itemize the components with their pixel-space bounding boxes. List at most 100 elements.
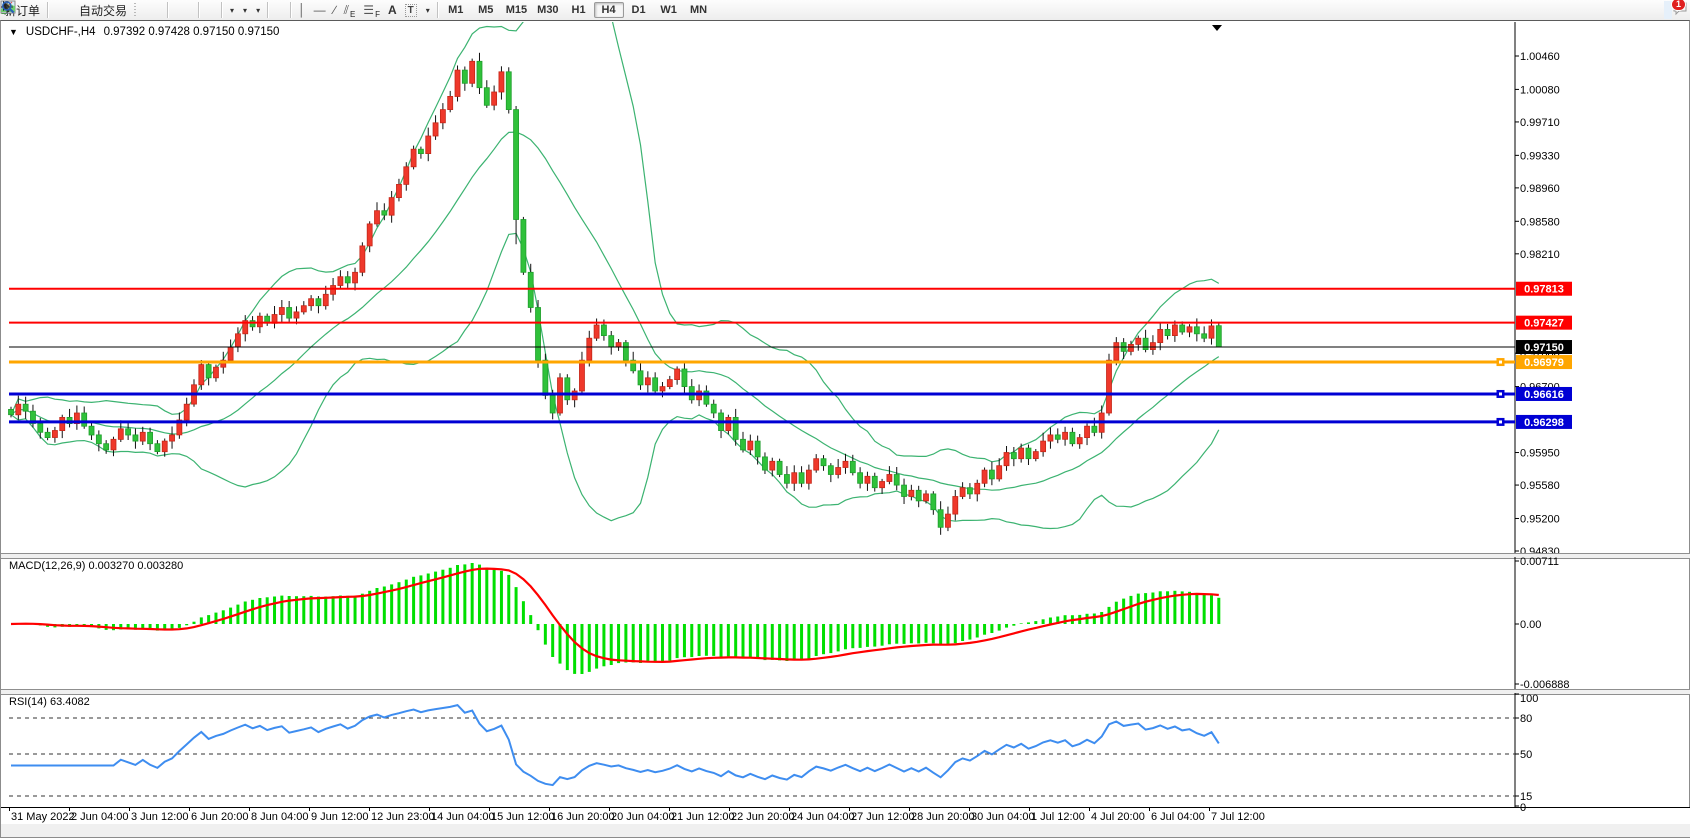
price-pane[interactable]: ▼ USDCHF-,H4 0.97392 0.97428 0.97150 0.9…: [1, 22, 1690, 553]
svg-text:0.98580: 0.98580: [1520, 216, 1560, 228]
time-tick: [9, 808, 10, 811]
chart-shift-button[interactable]: [210, 1, 218, 19]
time-tick: [69, 808, 70, 811]
vline-tool-button[interactable]: │: [294, 1, 310, 19]
zoom-out-button[interactable]: [179, 1, 187, 19]
autotrade-button[interactable]: 自动交易: [75, 1, 131, 19]
chart-title: ▼ USDCHF-,H4 0.97392 0.97428 0.97150 0.9…: [9, 26, 279, 38]
macd-label: MACD(12,26,9) 0.003270 0.003280: [9, 560, 183, 572]
tf-m5-button[interactable]: M5: [471, 2, 501, 18]
tf-h4-button[interactable]: H4: [594, 2, 624, 18]
arrows-tool-button[interactable]: ▾: [421, 1, 434, 19]
separator: [437, 2, 438, 18]
svg-text:-0.006888: -0.006888: [1520, 679, 1570, 689]
svg-text:0.99710: 0.99710: [1520, 117, 1560, 129]
separator: [167, 2, 168, 18]
auto-scroll-button[interactable]: [202, 1, 210, 19]
tf-m15-button[interactable]: M15: [501, 2, 532, 18]
label-tool-button[interactable]: T: [401, 1, 421, 19]
separator: [198, 2, 199, 18]
dropdown-caret: ▾: [243, 6, 247, 15]
zoom-in-button[interactable]: [171, 1, 179, 19]
text-tool-button[interactable]: A: [384, 1, 401, 19]
market-watch-button[interactable]: [51, 1, 59, 19]
time-tick: [369, 808, 370, 811]
price-chart-canvas[interactable]: 1.004601.000800.997100.993300.989600.985…: [1, 22, 1690, 553]
svg-text:0.95950: 0.95950: [1520, 448, 1560, 460]
time-tick: [1089, 808, 1090, 811]
svg-text:0.00711: 0.00711: [1520, 557, 1559, 568]
svg-text:50: 50: [1520, 749, 1532, 761]
rsi-canvas[interactable]: 100805015: [1, 693, 1690, 807]
hline-icon: —: [314, 3, 326, 17]
templates-button[interactable]: ▾: [251, 1, 264, 19]
time-tick: [489, 808, 490, 811]
time-tick: [309, 808, 310, 811]
cursor-button[interactable]: [271, 1, 279, 19]
bar-chart-button[interactable]: [140, 1, 148, 19]
svg-text:0.94830: 0.94830: [1520, 546, 1560, 553]
periods-button[interactable]: ▾: [238, 1, 251, 19]
toolbar: 新订单 自动交易: [0, 0, 1690, 21]
tile-windows-button[interactable]: [187, 1, 195, 19]
time-label: 16 Jun 20:00: [551, 811, 615, 823]
time-axis[interactable]: 31 May 20222 Jun 04:003 Jun 12:006 Jun 2…: [1, 807, 1690, 825]
time-label: 6 Jul 04:00: [1151, 811, 1205, 823]
tf-m30-button[interactable]: M30: [532, 2, 563, 18]
dropdown-caret: ▾: [426, 6, 430, 15]
time-tick: [189, 808, 190, 811]
tf-m1-button[interactable]: M1: [441, 2, 471, 18]
time-tick: [669, 808, 670, 811]
svg-text:1.00080: 1.00080: [1520, 84, 1560, 96]
tf-mn-button[interactable]: MN: [684, 2, 714, 18]
svg-text:0.99330: 0.99330: [1520, 150, 1560, 162]
macd-canvas[interactable]: 0.007110.00-0.006888: [1, 557, 1690, 689]
fibonacci-tool-button[interactable]: ☰ F: [359, 1, 384, 19]
channel-tool-button[interactable]: ⫽ E: [340, 1, 360, 19]
svg-text:0.97427: 0.97427: [1524, 318, 1564, 330]
line-chart-button[interactable]: [156, 1, 164, 19]
indicators-button[interactable]: ▾: [225, 1, 238, 19]
macd-pane[interactable]: MACD(12,26,9) 0.003270 0.003280 0.007110…: [1, 557, 1690, 689]
chart-ohlc-quotes: 0.97392 0.97428 0.97150 0.97150: [104, 26, 280, 38]
time-label: 2 Jun 04:00: [71, 811, 129, 823]
tf-w1-button[interactable]: W1: [654, 2, 684, 18]
signals-button[interactable]: [67, 1, 75, 19]
macd-histogram: [11, 563, 1219, 674]
hline-tool-button[interactable]: —: [310, 1, 330, 19]
tf-d1-button[interactable]: D1: [624, 2, 654, 18]
notification-badge: 1: [1671, 0, 1686, 11]
time-tick: [1029, 808, 1030, 811]
rsi-zero-label: 0: [1520, 802, 1526, 814]
time-label: 27 Jun 12:00: [851, 811, 915, 823]
time-label: 14 Jun 04:00: [431, 811, 495, 823]
crosshair-button[interactable]: [279, 1, 287, 19]
dropdown-caret: ▾: [256, 6, 260, 15]
time-tick: [969, 808, 970, 811]
label-tool-icon: T: [405, 4, 417, 17]
time-tick: [909, 808, 910, 811]
autotrade-label: 自动交易: [79, 2, 127, 19]
tf-h1-button[interactable]: H1: [564, 2, 594, 18]
time-label: 3 Jun 12:00: [131, 811, 189, 823]
time-tick: [789, 808, 790, 811]
accounts-button[interactable]: [59, 1, 67, 19]
svg-text:0.97150: 0.97150: [1524, 342, 1564, 354]
trendline-tool-button[interactable]: ∕: [330, 1, 340, 19]
chat-button[interactable]: 1: [1672, 1, 1680, 19]
time-tick: [1209, 808, 1210, 811]
svg-text:1.00460: 1.00460: [1520, 51, 1560, 63]
svg-text:0.98210: 0.98210: [1520, 249, 1560, 261]
time-tick: [1149, 808, 1150, 811]
text-tool-icon: A: [388, 3, 397, 17]
candle-chart-button[interactable]: [148, 1, 156, 19]
chart-dropdown-triangle[interactable]: ▼: [9, 27, 18, 37]
rsi-pane[interactable]: RSI(14) 63.4082 100805015: [1, 693, 1690, 807]
time-label: 21 Jun 12:00: [671, 811, 735, 823]
toolbar-grip: [133, 3, 138, 17]
fibo-glyph: F: [375, 10, 380, 19]
rsi-line: [11, 705, 1219, 785]
svg-text:0.96979: 0.96979: [1524, 357, 1564, 369]
svg-text:0.96616: 0.96616: [1524, 389, 1564, 401]
channel-icon: ⫽: [344, 3, 349, 18]
